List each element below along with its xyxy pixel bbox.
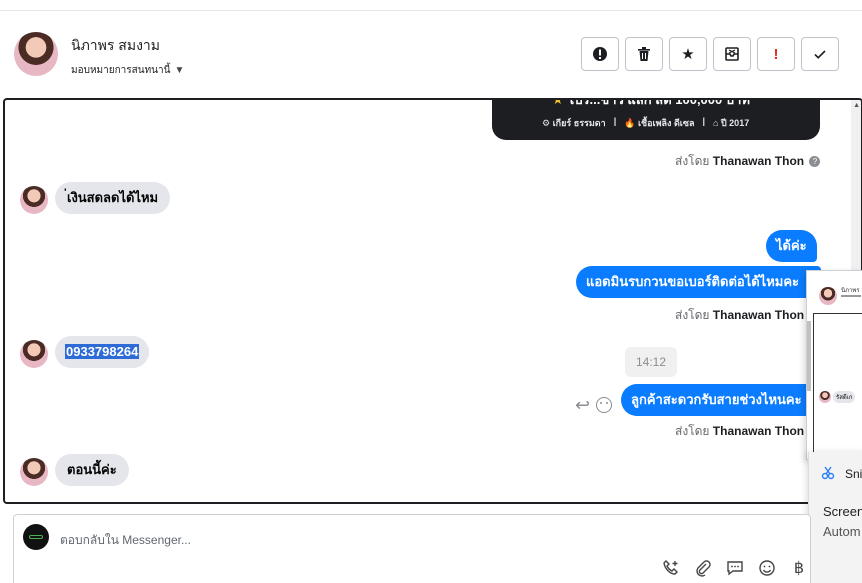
widget-scrollbar[interactable] bbox=[807, 321, 811, 391]
floating-preview-widget[interactable]: นิภาพร รัสดีเก bbox=[806, 270, 862, 460]
composer: ฿ bbox=[13, 514, 811, 583]
separator: | bbox=[613, 116, 617, 126]
widget-frame bbox=[813, 313, 862, 453]
mini-avatar bbox=[819, 391, 831, 403]
conversation-toolbar: ★ ! bbox=[581, 37, 839, 71]
star-icon: ★ bbox=[552, 98, 564, 107]
contact-name[interactable]: นิภาพร สมงาม bbox=[71, 35, 160, 57]
app-window: นิภาพร สมงาม มอบหมายการสนทนานี้ ▼ ★ ! ★ … bbox=[0, 0, 862, 583]
spam-icon: ! bbox=[773, 45, 779, 63]
assign-conversation-dropdown[interactable]: มอบหมายการสนทนานี้ ▼ bbox=[71, 63, 184, 78]
snip-message: Screen bbox=[823, 504, 862, 519]
sent-by-label: ส่งโดย Thanawan Thon ? bbox=[675, 152, 821, 171]
alert-icon bbox=[593, 47, 607, 61]
saved-replies-icon[interactable] bbox=[726, 559, 744, 577]
attachment-icon[interactable] bbox=[694, 559, 712, 577]
payment-icon[interactable]: ฿ bbox=[790, 559, 808, 577]
assign-label: มอบหมายการสนทนานี้ bbox=[71, 65, 171, 76]
contact-avatar[interactable] bbox=[20, 458, 48, 486]
check-icon bbox=[814, 50, 826, 59]
snip-notification[interactable]: Sni Screen Autom bbox=[808, 452, 862, 583]
outgoing-message[interactable]: แอดมินรบกวนขอเบอร์ติดต่อได้ไหมคะ bbox=[576, 266, 821, 298]
delete-button[interactable] bbox=[625, 37, 663, 71]
scroll-up-arrow-icon[interactable]: ▲ bbox=[853, 102, 860, 109]
sender-name: Thanawan Thon bbox=[712, 308, 805, 322]
contact-avatar[interactable] bbox=[20, 340, 48, 368]
timestamp-chip: 14:12 bbox=[625, 347, 677, 377]
message-thread[interactable]: ★ โปร...ข่าว แลก สด 100,000 บาท ⚙ เกียร์… bbox=[3, 98, 862, 504]
listing-title: ★ โปร...ข่าว แลก สด 100,000 บาท bbox=[552, 98, 750, 110]
reply-input[interactable] bbox=[60, 531, 580, 549]
widget-name: นิภาพร bbox=[841, 288, 860, 294]
year-spec: ⌂ ปี 2017 bbox=[713, 118, 750, 128]
snip-submessage: Autom bbox=[823, 524, 861, 539]
incoming-message[interactable]: 0933798264 bbox=[55, 336, 150, 368]
composer-tools: ฿ bbox=[662, 559, 808, 577]
listing-card[interactable]: ★ โปร...ข่าว แลก สด 100,000 บาท ⚙ เกียร์… bbox=[492, 98, 820, 140]
sender-name: Thanawan Thon bbox=[712, 154, 805, 168]
widget-bubble: รัสดีเก bbox=[833, 391, 856, 403]
page-avatar bbox=[23, 524, 49, 550]
phone-number[interactable]: 0933798264 bbox=[65, 344, 140, 359]
done-button[interactable] bbox=[801, 37, 839, 71]
react-emoji-icon[interactable] bbox=[596, 397, 612, 413]
separator: | bbox=[702, 116, 706, 126]
mini-avatar bbox=[819, 287, 837, 305]
outgoing-message[interactable]: ได้ค่ะ bbox=[766, 230, 817, 262]
help-icon[interactable]: ? bbox=[809, 156, 821, 168]
reply-icon[interactable]: ↩ bbox=[575, 395, 590, 416]
trash-icon bbox=[638, 47, 650, 61]
listing-meta: ⚙ เกียร์ ธรรมดา | 🔥 เชื้อเพลิง ดีเซล | ⌂… bbox=[542, 116, 749, 130]
star-button[interactable]: ★ bbox=[669, 37, 707, 71]
add-call-icon[interactable] bbox=[662, 559, 680, 577]
fuel-spec: 🔥 เชื้อเพลิง ดีเซล bbox=[624, 118, 695, 128]
archive-button[interactable] bbox=[713, 37, 751, 71]
snip-title: Sni bbox=[845, 467, 862, 481]
archive-icon bbox=[725, 47, 739, 61]
caret-down-icon: ▼ bbox=[174, 65, 185, 76]
scissors-icon bbox=[821, 466, 835, 480]
mark-alert-button[interactable] bbox=[581, 37, 619, 71]
outgoing-message[interactable]: ลูกค้าสะดวกรับสายช่วงไหนคะ bbox=[621, 384, 821, 416]
contact-avatar[interactable] bbox=[14, 32, 58, 76]
spam-button[interactable]: ! bbox=[757, 37, 795, 71]
star-icon: ★ bbox=[681, 46, 695, 63]
widget-subline bbox=[841, 295, 861, 297]
sender-name: Thanawan Thon bbox=[712, 424, 805, 438]
contact-avatar[interactable] bbox=[20, 186, 48, 214]
sent-by-label: ส่งโดย Thanawan Thon bbox=[675, 308, 805, 322]
top-divider bbox=[0, 10, 862, 11]
gear-spec: ⚙ เกียร์ ธรรมดา bbox=[542, 118, 606, 128]
emoji-icon[interactable] bbox=[758, 559, 776, 577]
sent-by-label: ส่งโดย Thanawan Thon bbox=[675, 424, 805, 438]
incoming-message[interactable]: ตอนนี้ค่ะ bbox=[55, 454, 129, 486]
incoming-message[interactable]: ่เงินสดลดได้ไหม bbox=[55, 182, 171, 214]
